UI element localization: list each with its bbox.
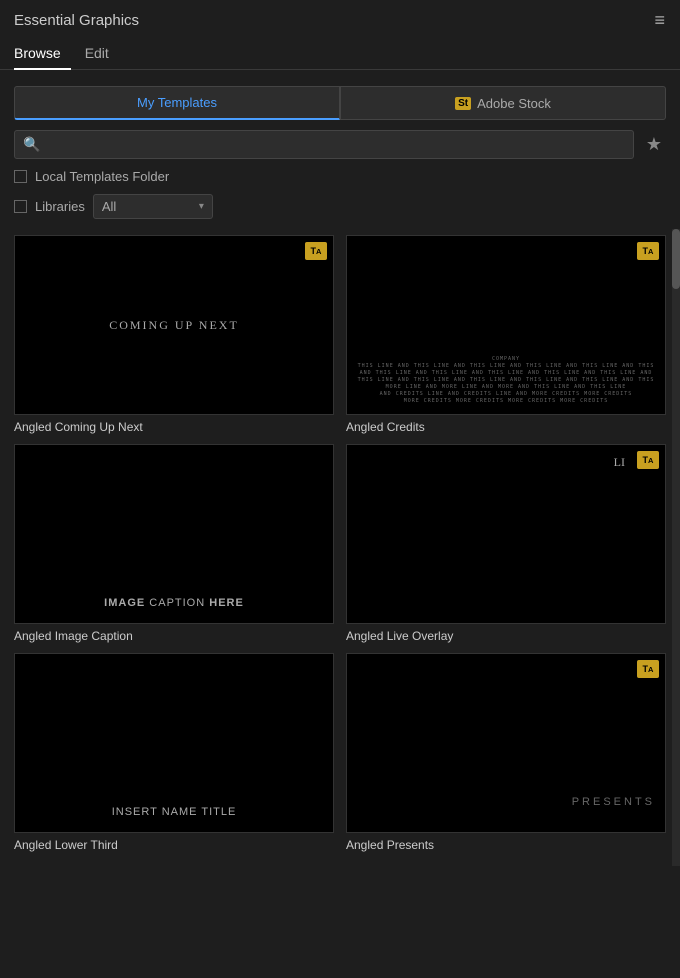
tab-browse[interactable]: Browse [14, 39, 71, 69]
favorites-button[interactable]: ★ [642, 132, 666, 157]
chevron-down-icon: ▾ [199, 201, 204, 212]
list-item[interactable]: COMPANY THIS LINE AND THIS LINE AND THIS… [346, 235, 666, 434]
template-source-toggle: My Templates St Adobe Stock [0, 80, 680, 126]
thumb-label: IMAGE CAPTION HERE [104, 597, 244, 609]
template-grid: COMING UP NEXT TA Angled Coming Up Next … [0, 229, 680, 866]
search-input-wrapper[interactable]: 🔍 [14, 130, 634, 159]
template-thumbnail: INSERT NAME TITLE [14, 653, 334, 833]
template-thumbnail: LI TA [346, 444, 666, 624]
template-name: Angled Live Overlay [346, 629, 666, 643]
template-thumbnail: COMING UP NEXT TA [14, 235, 334, 415]
libraries-dropdown[interactable]: All ▾ [93, 194, 213, 219]
local-templates-label: Local Templates Folder [35, 169, 169, 184]
adobe-stock-button[interactable]: St Adobe Stock [340, 86, 666, 120]
libraries-checkbox[interactable] [14, 200, 27, 213]
app-title: Essential Graphics [14, 12, 139, 29]
template-name: Angled Presents [346, 838, 666, 852]
search-icon: 🔍 [23, 136, 40, 153]
template-badge: TA [637, 242, 659, 260]
list-item[interactable]: INSERT NAME TITLE Angled Lower Third [14, 653, 334, 852]
header: Essential Graphics ≡ [0, 0, 680, 39]
libraries-filter: Libraries All ▾ [0, 190, 680, 229]
list-item[interactable]: COMING UP NEXT TA Angled Coming Up Next [14, 235, 334, 434]
list-item[interactable]: IMAGE CAPTION HERE Angled Image Caption [14, 444, 334, 643]
search-input[interactable] [46, 137, 624, 152]
template-thumbnail: PRESENTS TA [346, 653, 666, 833]
template-badge: TA [637, 451, 659, 469]
libraries-dropdown-value: All [102, 199, 193, 214]
template-thumbnail: IMAGE CAPTION HERE [14, 444, 334, 624]
local-templates-checkbox[interactable] [14, 170, 27, 183]
template-name: Angled Coming Up Next [14, 420, 334, 434]
list-item[interactable]: LI TA Angled Live Overlay [346, 444, 666, 643]
search-bar: 🔍 ★ [0, 126, 680, 163]
scrollbar-track[interactable] [672, 229, 680, 866]
list-item[interactable]: PRESENTS TA Angled Presents [346, 653, 666, 852]
thumb-label: INSERT NAME TITLE [112, 806, 237, 818]
tab-edit[interactable]: Edit [85, 39, 119, 69]
tab-bar: Browse Edit [0, 39, 680, 70]
scrollbar-thumb[interactable] [672, 229, 680, 289]
stock-badge: St [455, 97, 471, 110]
thumb-label: LI [614, 455, 625, 470]
template-name: Angled Credits [346, 420, 666, 434]
thumb-label: COMING UP NEXT [109, 318, 239, 333]
my-templates-button[interactable]: My Templates [14, 86, 340, 120]
libraries-label: Libraries [35, 199, 85, 214]
template-name: Angled Lower Third [14, 838, 334, 852]
local-templates-filter: Local Templates Folder [0, 163, 680, 190]
template-badge: TA [637, 660, 659, 678]
template-badge: TA [305, 242, 327, 260]
template-thumbnail: COMPANY THIS LINE AND THIS LINE AND THIS… [346, 235, 666, 415]
menu-icon[interactable]: ≡ [654, 10, 666, 31]
thumb-label: PRESENTS [572, 796, 655, 808]
template-name: Angled Image Caption [14, 629, 334, 643]
